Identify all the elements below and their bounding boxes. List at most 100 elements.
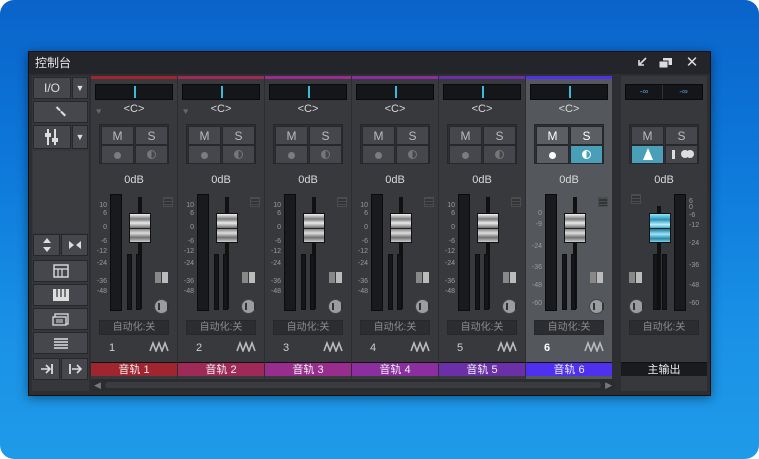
- automation-button[interactable]: 自动化:关: [186, 320, 256, 335]
- fader-settings-icon[interactable]: [33, 125, 71, 149]
- master-metronome-button[interactable]: [631, 145, 664, 164]
- channel-name[interactable]: 音轨 4: [352, 362, 438, 376]
- scroll-left-icon[interactable]: ◀: [94, 379, 101, 391]
- pause-icon[interactable]: [328, 299, 343, 314]
- horizontal-scrollbar[interactable]: ◀ ▶: [91, 379, 615, 391]
- detach-window-icon[interactable]: [656, 52, 676, 74]
- record-button[interactable]: [536, 145, 569, 164]
- channel-list-icon[interactable]: [33, 260, 88, 282]
- list-view-icon[interactable]: [33, 332, 88, 354]
- view-icon[interactable]: [242, 272, 255, 283]
- master-io-button[interactable]: [665, 145, 698, 164]
- collapse-icon[interactable]: [632, 52, 652, 74]
- record-button[interactable]: [362, 145, 395, 164]
- automation-button[interactable]: 自动化:关: [360, 320, 430, 335]
- record-button[interactable]: [449, 145, 482, 164]
- solo-button[interactable]: S: [135, 126, 168, 145]
- monitor-button[interactable]: [309, 145, 342, 164]
- automation-button[interactable]: 自动化:关: [99, 320, 169, 335]
- master-fader-handle[interactable]: [649, 213, 671, 243]
- view-icon[interactable]: [416, 272, 429, 283]
- fader-handle[interactable]: [129, 213, 151, 243]
- scroll-thumb[interactable]: [105, 382, 601, 388]
- insert-right-icon[interactable]: [61, 358, 88, 380]
- channel-name[interactable]: 音轨 6: [526, 362, 612, 376]
- scroll-right-icon[interactable]: ▶: [605, 379, 612, 391]
- fader-handle[interactable]: [564, 213, 586, 243]
- master-solo-button[interactable]: S: [665, 126, 698, 145]
- monitor-button[interactable]: [222, 145, 255, 164]
- rack-icon[interactable]: [33, 308, 88, 330]
- mute-button[interactable]: M: [362, 126, 395, 145]
- pause-icon[interactable]: [241, 299, 256, 314]
- channel-grid-icon[interactable]: [163, 197, 173, 207]
- monitor-button[interactable]: [135, 145, 168, 164]
- channel-name[interactable]: 音轨 5: [439, 362, 525, 376]
- monitor-button[interactable]: [396, 145, 429, 164]
- solo-button[interactable]: S: [483, 126, 516, 145]
- close-icon[interactable]: ✕: [682, 52, 702, 74]
- fader-handle[interactable]: [390, 213, 412, 243]
- mute-button[interactable]: M: [275, 126, 308, 145]
- channel-name[interactable]: 音轨 1: [91, 362, 177, 376]
- monitor-button[interactable]: [570, 145, 603, 164]
- pan-slider[interactable]: [182, 84, 260, 100]
- fader-handle[interactable]: [303, 213, 325, 243]
- mute-button[interactable]: M: [188, 126, 221, 145]
- mute-button[interactable]: M: [449, 126, 482, 145]
- title-bar[interactable]: 控制台 ✕: [29, 52, 710, 74]
- channel-grid-icon[interactable]: [598, 197, 608, 207]
- io-button[interactable]: I/O: [33, 77, 71, 99]
- channel-grid-icon[interactable]: [511, 197, 521, 207]
- master-view-icon[interactable]: [629, 272, 642, 283]
- fader-handle[interactable]: [216, 213, 238, 243]
- waveform-icon[interactable]: [584, 340, 604, 352]
- view-icon[interactable]: [155, 272, 168, 283]
- automation-button[interactable]: 自动化:关: [447, 320, 517, 335]
- view-icon[interactable]: [590, 272, 603, 283]
- fader-dropdown-icon[interactable]: ▼: [72, 125, 88, 149]
- record-button[interactable]: [275, 145, 308, 164]
- io-dropdown-icon[interactable]: ▼: [72, 77, 88, 99]
- pause-icon[interactable]: [502, 299, 517, 314]
- pause-icon[interactable]: [154, 299, 169, 314]
- record-button[interactable]: [101, 145, 134, 164]
- waveform-icon[interactable]: [323, 340, 343, 352]
- expand-horizontal-icon[interactable]: [61, 234, 88, 256]
- master-pan[interactable]: -∞ -∞: [625, 84, 703, 100]
- automation-button[interactable]: 自动化:关: [273, 320, 343, 335]
- monitor-button[interactable]: [483, 145, 516, 164]
- pause-icon[interactable]: [589, 299, 604, 314]
- view-icon[interactable]: [503, 272, 516, 283]
- channel-name[interactable]: 音轨 3: [265, 362, 351, 376]
- pause-icon[interactable]: [415, 299, 430, 314]
- master-automation-button[interactable]: 自动化:关: [629, 320, 699, 335]
- keyboard-icon[interactable]: [33, 284, 88, 306]
- fader-handle[interactable]: [477, 213, 499, 243]
- mute-button[interactable]: M: [536, 126, 569, 145]
- pan-slider[interactable]: [95, 84, 173, 100]
- automation-button[interactable]: 自动化:关: [534, 320, 604, 335]
- insert-left-icon[interactable]: [33, 358, 60, 380]
- waveform-icon[interactable]: [410, 340, 430, 352]
- expand-vertical-icon[interactable]: [33, 234, 60, 256]
- solo-button[interactable]: S: [570, 126, 603, 145]
- solo-button[interactable]: S: [396, 126, 429, 145]
- master-mute-button[interactable]: M: [631, 126, 664, 145]
- waveform-icon[interactable]: [149, 340, 169, 352]
- record-button[interactable]: [188, 145, 221, 164]
- wrench-icon[interactable]: [33, 101, 88, 123]
- pan-slider[interactable]: [443, 84, 521, 100]
- mute-button[interactable]: M: [101, 126, 134, 145]
- view-icon[interactable]: [329, 272, 342, 283]
- pan-slider[interactable]: [356, 84, 434, 100]
- channel-name[interactable]: 音轨 2: [178, 362, 264, 376]
- waveform-icon[interactable]: [497, 340, 517, 352]
- solo-button[interactable]: S: [222, 126, 255, 145]
- channel-grid-icon[interactable]: [337, 197, 347, 207]
- master-pause-icon[interactable]: [629, 299, 644, 314]
- channel-grid-icon[interactable]: [424, 197, 434, 207]
- channel-grid-icon[interactable]: [250, 197, 260, 207]
- waveform-icon[interactable]: [236, 340, 256, 352]
- pan-slider[interactable]: [530, 84, 608, 100]
